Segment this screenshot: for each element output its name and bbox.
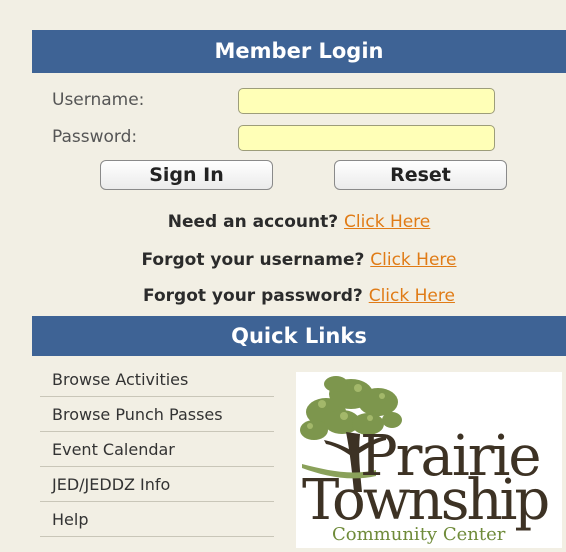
forgot-password-line: Forgot your password? Click Here xyxy=(32,286,566,306)
list-item: Event Calendar xyxy=(40,432,274,467)
prairie-township-logo: Prairie Township Community Center xyxy=(296,372,562,548)
forgot-password-click-here-link[interactable]: Click Here xyxy=(369,286,455,306)
list-item: Browse Activities xyxy=(40,362,274,397)
browse-activities-link[interactable]: Browse Activities xyxy=(40,362,274,397)
list-item: Browse Punch Passes xyxy=(40,397,274,432)
forgot-password-text: Forgot your password? xyxy=(143,286,363,306)
logo-word-community-center: Community Center xyxy=(332,524,506,545)
username-input[interactable] xyxy=(238,88,495,114)
jed-jeddz-info-link[interactable]: JED/JEDDZ Info xyxy=(40,467,274,502)
member-login-header: Member Login xyxy=(32,30,566,73)
forgot-username-text: Forgot your username? xyxy=(141,250,365,270)
quick-links-header: Quick Links xyxy=(32,316,566,356)
need-account-click-here-link[interactable]: Click Here xyxy=(344,212,430,232)
username-label: Username: xyxy=(52,90,145,110)
list-item: Help xyxy=(40,502,274,537)
quick-links-list: Browse Activities Browse Punch Passes Ev… xyxy=(40,362,274,537)
browse-punch-passes-link[interactable]: Browse Punch Passes xyxy=(40,397,274,432)
help-link[interactable]: Help xyxy=(40,502,274,537)
password-label: Password: xyxy=(52,127,138,147)
forgot-username-line: Forgot your username? Click Here xyxy=(32,250,566,270)
forgot-username-click-here-link[interactable]: Click Here xyxy=(370,250,456,270)
page: Member Login Username: Password: Sign In… xyxy=(0,0,566,552)
event-calendar-link[interactable]: Event Calendar xyxy=(40,432,274,467)
need-account-text: Need an account? xyxy=(167,212,339,232)
list-item: JED/JEDDZ Info xyxy=(40,467,274,502)
reset-button[interactable]: Reset xyxy=(334,160,507,190)
sign-in-button[interactable]: Sign In xyxy=(100,160,273,190)
need-account-line: Need an account? Click Here xyxy=(32,212,566,232)
password-input[interactable] xyxy=(238,125,495,151)
